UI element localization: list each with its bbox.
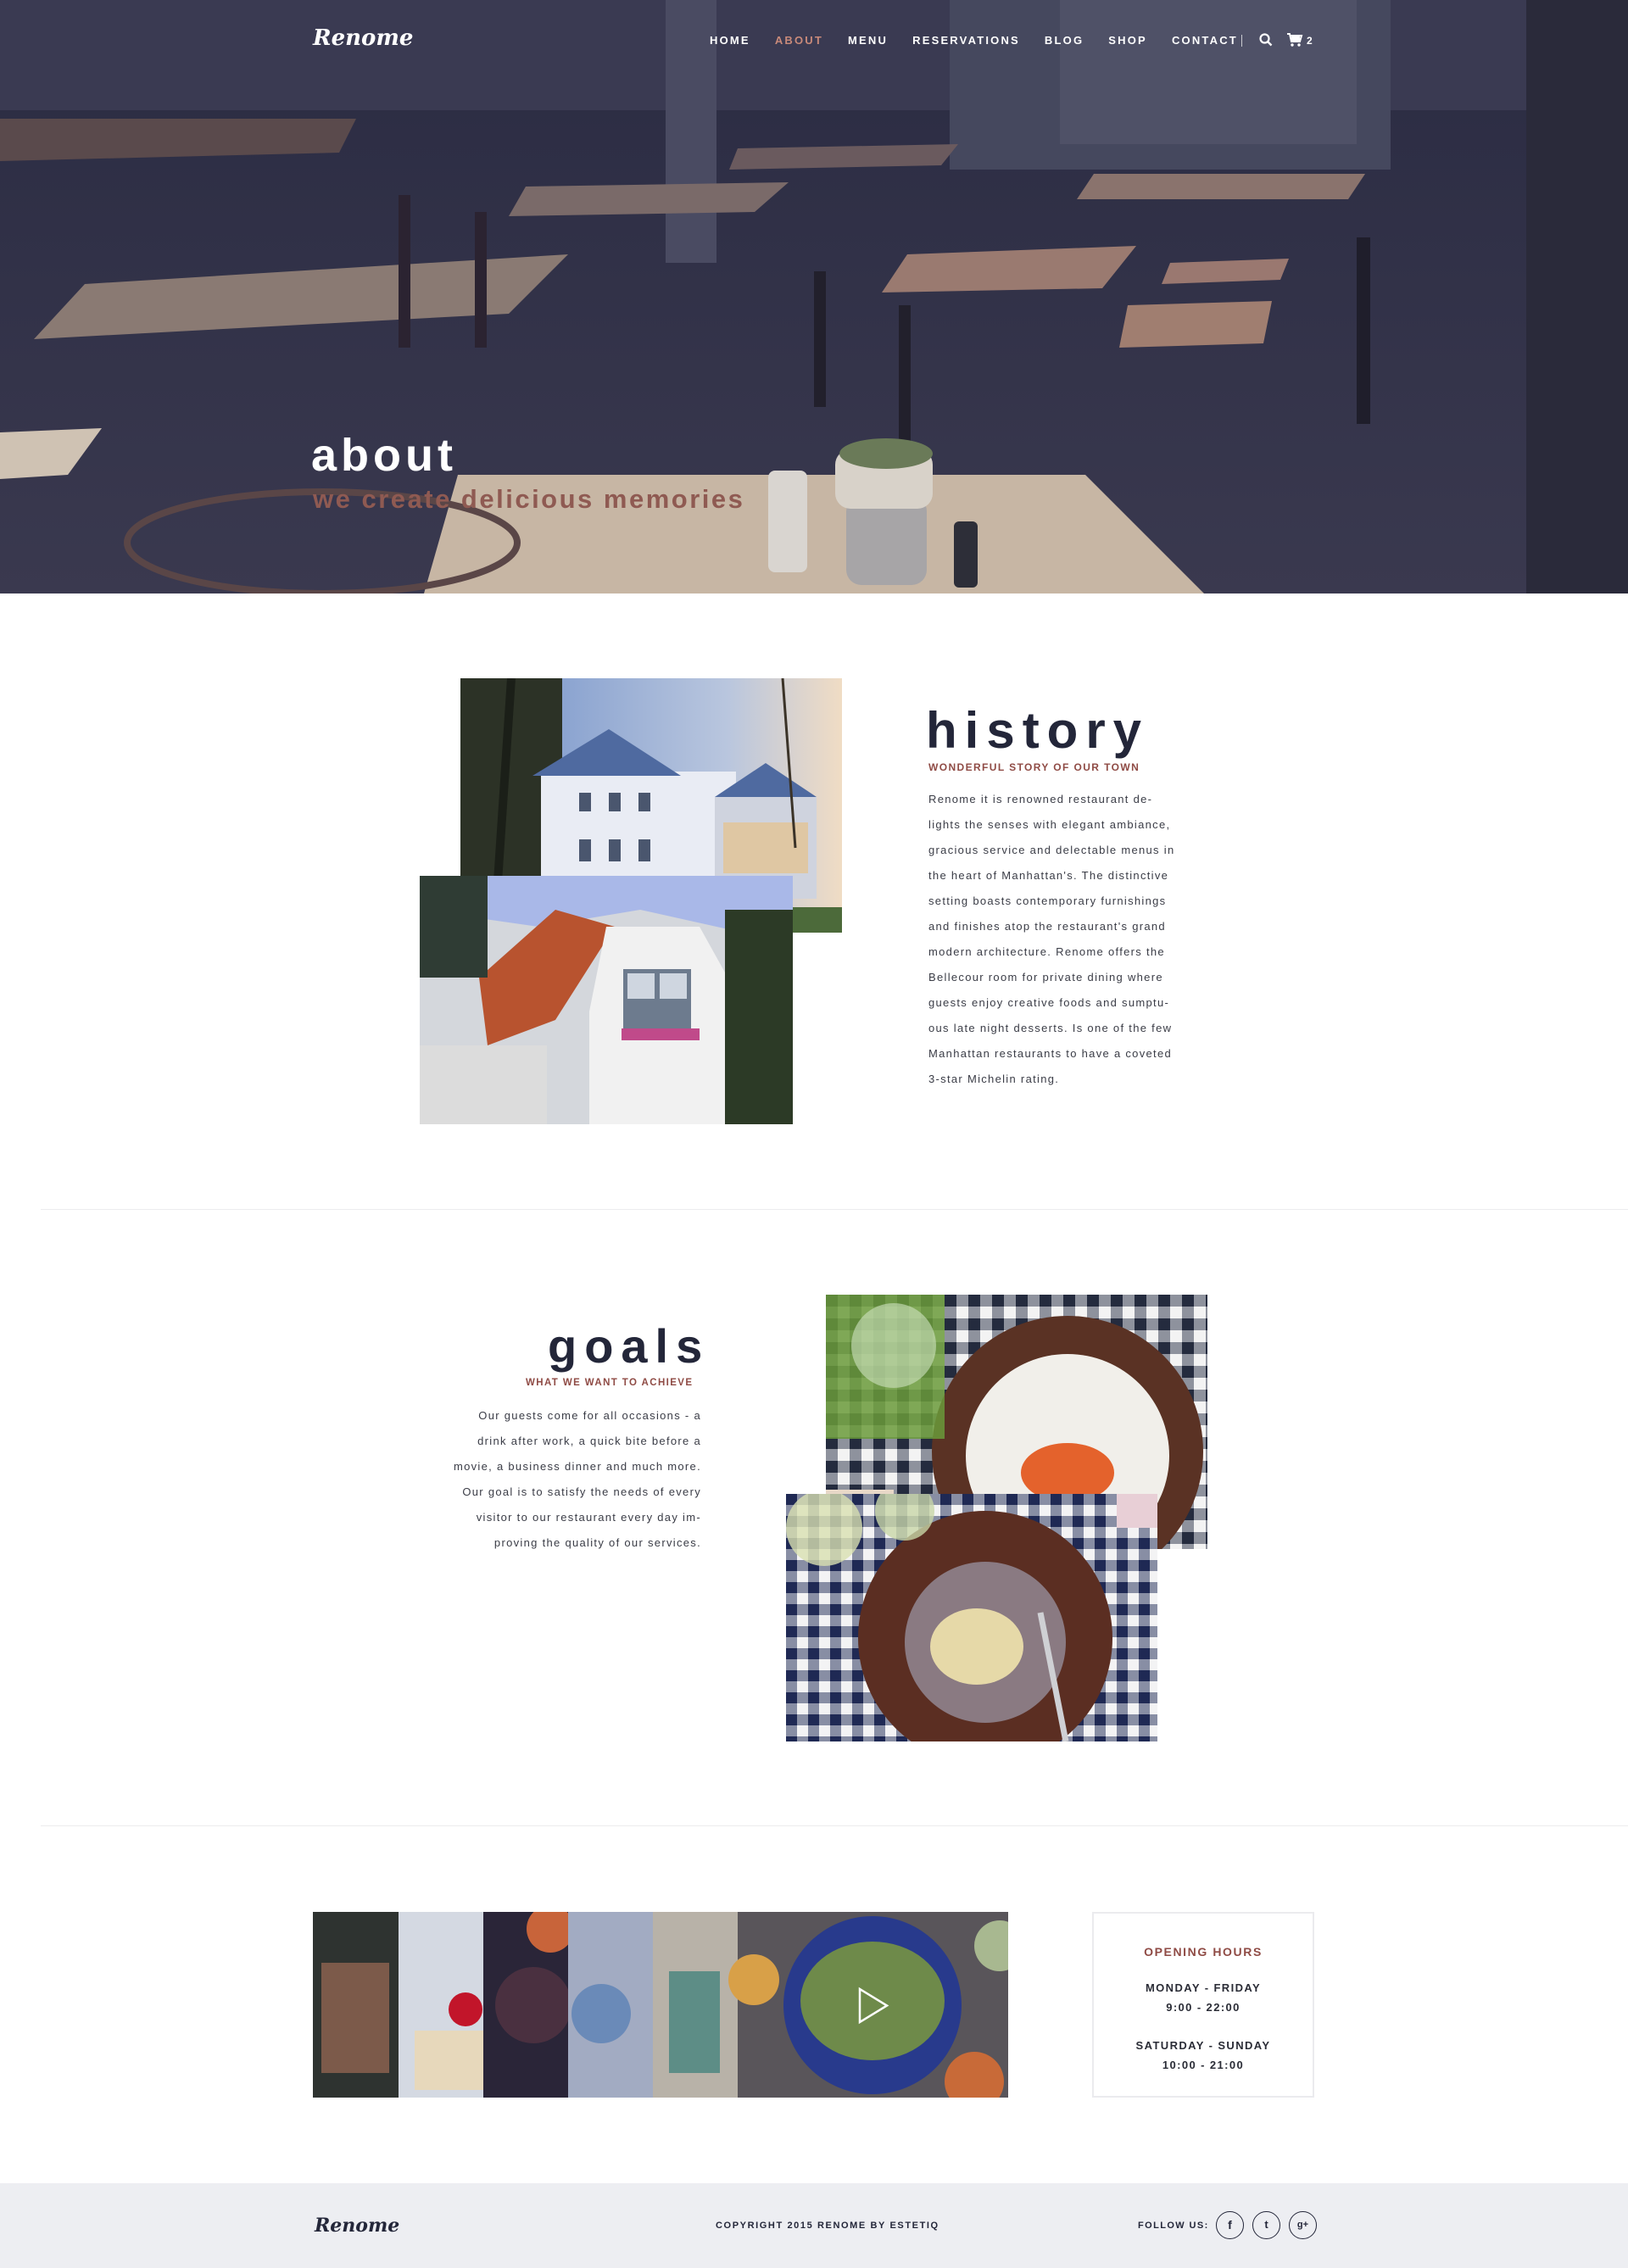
weekend-time: 10:00 - 21:00 <box>1162 2059 1245 2071</box>
search-icon[interactable] <box>1258 32 1274 47</box>
section-divider <box>41 1209 1628 1210</box>
text-line: Renome it is renowned restaurant de- <box>928 793 1153 805</box>
nav-item-blog[interactable]: BLOG <box>1045 34 1084 47</box>
section-divider <box>41 1825 1628 1826</box>
history-title: history <box>926 702 1150 759</box>
text-line: 3-star Michelin rating. <box>928 1073 1060 1085</box>
copyright-text: COPYRIGHT 2015 RENOME BY ESTETIQ <box>716 2221 939 2231</box>
text-line: drink after work, a quick bite before a <box>477 1435 701 1447</box>
goals-text: Our guests come for all occasions - a dr… <box>407 1403 701 1556</box>
goals-tagline: WHAT WE WANT TO ACHIEVE <box>526 1378 694 1388</box>
history-text: Renome it is renowned restaurant de- lig… <box>928 787 1174 1092</box>
text-line: ous late night desserts. Is one of the f… <box>928 1022 1173 1034</box>
play-icon[interactable] <box>856 1987 890 2025</box>
text-line: the heart of Manhattan's. The distinctiv… <box>928 869 1169 882</box>
footer-logo[interactable]: Renome <box>315 2215 399 2237</box>
weekend-label: SATURDAY - SUNDAY <box>1135 2039 1271 2052</box>
text-line: Manhattan restaurants to have a coveted <box>928 1047 1173 1060</box>
nav-item-shop[interactable]: SHOP <box>1108 34 1147 47</box>
page-title: about <box>311 430 457 481</box>
history-photo-window <box>420 876 793 1124</box>
text-line: movie, a business dinner and much more. <box>453 1460 701 1473</box>
text-line: Our guests come for all occasions - a <box>478 1409 701 1422</box>
nav-divider <box>1241 35 1242 47</box>
twitter-icon[interactable]: t <box>1252 2211 1280 2239</box>
nav-item-menu[interactable]: MENU <box>848 34 888 47</box>
weekday-time: 9:00 - 22:00 <box>1166 2001 1241 2014</box>
top-navigation: Renome HOME ABOUT MENU RESERVATIONS BLOG… <box>0 0 1628 85</box>
goals-photo-gnocchi <box>786 1494 1157 1741</box>
video-gallery-strip[interactable] <box>313 1912 1008 2098</box>
facebook-icon[interactable]: f <box>1216 2211 1244 2239</box>
text-line: modern architecture. Renome offers the <box>928 945 1165 958</box>
history-tagline: WONDERFUL STORY OF OUR TOWN <box>928 761 1140 773</box>
text-line: guests enjoy creative foods and sumptu- <box>928 996 1170 1009</box>
nav-item-reservations[interactable]: RESERVATIONS <box>912 34 1020 47</box>
hero-banner: Renome HOME ABOUT MENU RESERVATIONS BLOG… <box>0 0 1628 593</box>
text-line: gracious service and delectable menus in <box>928 844 1175 856</box>
main-menu: HOME ABOUT MENU RESERVATIONS BLOG SHOP C… <box>710 34 1263 47</box>
weekday-label: MONDAY - FRIDAY <box>1145 1981 1262 1994</box>
text-line: lights the senses with elegant ambiance, <box>928 818 1171 831</box>
text-line: Our goal is to satisfy the needs of ever… <box>462 1485 701 1498</box>
opening-hours-box: OPENING HOURS MONDAY - FRIDAY 9:00 - 22:… <box>1092 1912 1314 2098</box>
restaurant-interior-photo <box>0 0 1628 593</box>
follow-us-label: FOLLOW US: <box>1138 2221 1209 2231</box>
site-footer: Renome COPYRIGHT 2015 RENOME BY ESTETIQ … <box>0 2183 1628 2268</box>
text-line: setting boasts contemporary furnishings <box>928 894 1167 907</box>
page-subtitle: we create delicious memories <box>313 484 745 514</box>
goals-title: goals <box>548 1319 711 1373</box>
site-logo[interactable]: Renome <box>313 25 413 51</box>
text-line: and finishes atop the restaurant's grand <box>928 920 1166 933</box>
cart-icon[interactable] <box>1286 32 1303 47</box>
nav-item-about[interactable]: ABOUT <box>775 34 823 47</box>
text-line: proving the quality of our services. <box>493 1536 701 1549</box>
google-plus-icon[interactable]: g+ <box>1289 2211 1317 2239</box>
text-line: Bellecour room for private dining where <box>928 971 1163 984</box>
opening-hours-title: OPENING HOURS <box>1144 1945 1263 1959</box>
text-line: visitor to our restaurant every day im- <box>476 1511 701 1524</box>
cart-count-badge[interactable]: 2 <box>1307 35 1313 47</box>
nav-item-home[interactable]: HOME <box>710 34 750 47</box>
nav-item-contact[interactable]: CONTACT <box>1172 34 1238 47</box>
